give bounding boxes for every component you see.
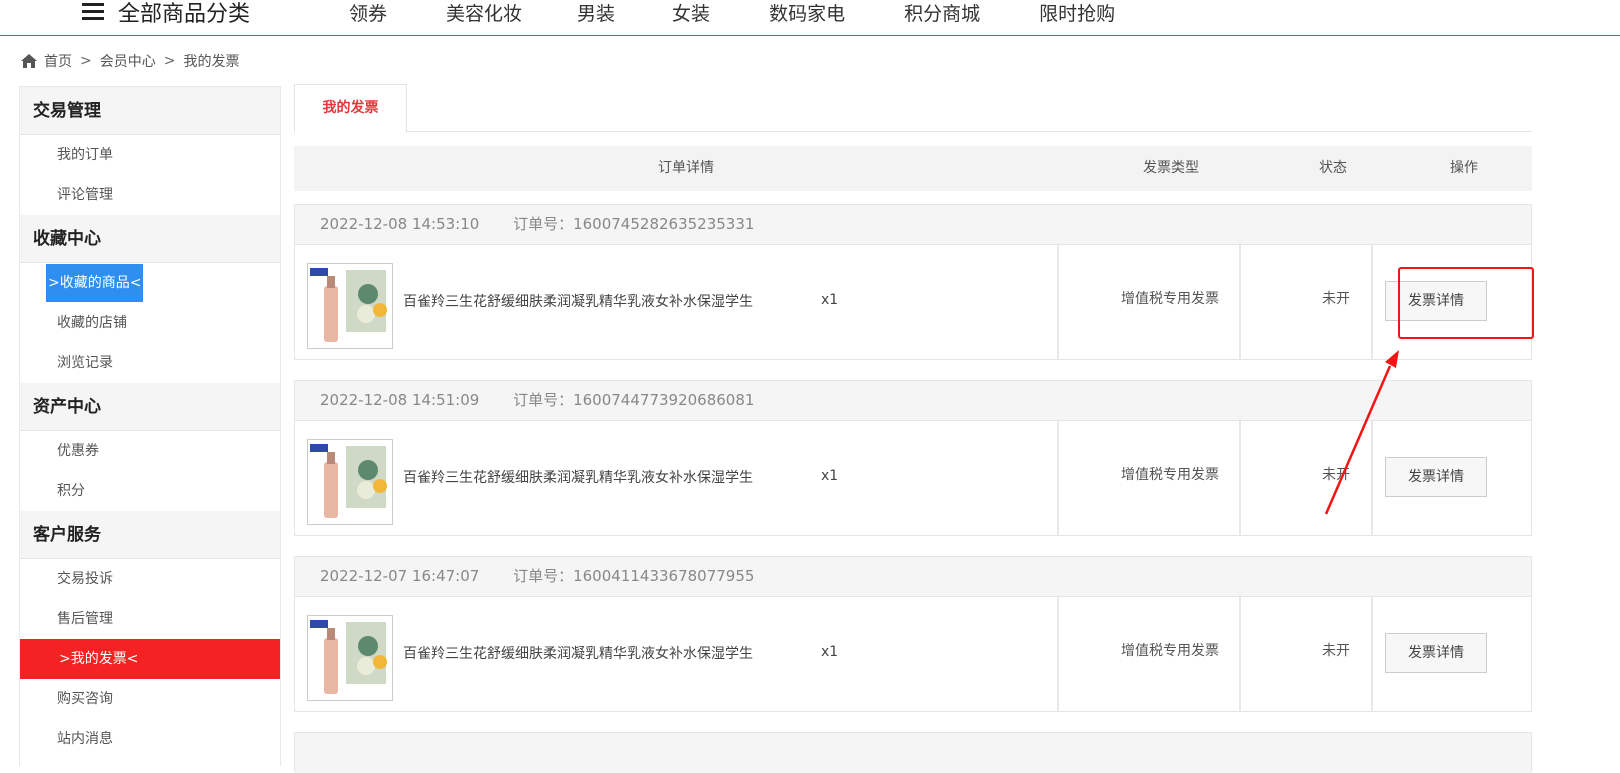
product-name[interactable]: 百雀羚三生花舒缓细肤柔润凝乳精华乳液女补水保湿学生 [403,643,753,663]
sidebar-item-coupons[interactable]: 优惠券 [20,431,280,471]
order-number: 订单号：1600411433678077955 [513,567,755,585]
category-menu[interactable]: 全部商品分类 [82,0,250,30]
invoice-type: 增值税专用发票 [1121,291,1219,307]
product-name[interactable]: 百雀羚三生花舒缓细肤柔润凝乳精华乳液女补水保湿学生 [403,467,753,487]
order-datetime: 2022-12-08 14:51:09 [320,391,480,409]
product-thumbnail[interactable] [307,439,393,525]
order-header: 2022-12-07 16:47:07 订单号：1600411433678077… [295,557,1531,597]
product-thumbnail[interactable] [307,263,393,349]
breadcrumb-home[interactable]: 首页 [44,51,72,71]
column-divider [1239,421,1241,536]
order-header: 2022-12-08 14:51:09 订单号：1600744773920686… [295,381,1531,421]
nav-link-digital[interactable]: 数码家电 [769,0,845,26]
breadcrumb-separator: > [163,53,176,69]
main-content: 我的发票 订单详情 发票类型 状态 操作 2022-12-08 14:53:10… [294,84,1532,773]
header-order-detail: 订单详情 [658,160,714,176]
annotation-highlight-box [1398,267,1534,339]
sidebar: 交易管理 我的订单 评论管理 收藏中心 >收藏的商品< 收藏的店铺 浏览记录 资… [19,86,281,766]
nav-links: 领券 美容化妆 男装 女装 数码家电 积分商城 限时抢购 [349,0,1115,30]
order-number: 订单号：1600744773920686081 [513,391,755,409]
top-navigation: 全部商品分类 领券 美容化妆 男装 女装 数码家电 积分商城 限时抢购 [0,0,1620,36]
tab-bar: 我的发票 [294,84,1532,133]
order-body: 百雀羚三生花舒缓细肤柔润凝乳精华乳液女补水保湿学生 x1 增值税专用发票 未开 … [295,421,1531,536]
sidebar-item-favorite-goods-label[interactable]: >收藏的商品< [46,264,144,302]
sidebar-group-trade: 交易管理 [20,87,280,135]
breadcrumb-current: 我的发票 [183,54,240,70]
column-divider [1239,597,1241,712]
invoice-status: 未开 [1322,643,1350,659]
order-body: 百雀羚三生花舒缓细肤柔润凝乳精华乳液女补水保湿学生 x1 增值税专用发票 未开 … [295,597,1531,712]
order-row: 2022-12-07 16:47:07 订单号：1600411433678077… [294,556,1532,712]
nav-link-flash-sale[interactable]: 限时抢购 [1039,0,1115,26]
column-divider [1371,597,1373,712]
product-quantity: x1 [821,468,839,484]
column-divider [1057,421,1059,536]
breadcrumb-separator: > [80,53,92,69]
header-status: 状态 [1319,160,1347,176]
column-divider [1057,245,1059,360]
order-datetime: 2022-12-08 14:53:10 [320,215,480,233]
column-divider [1239,245,1241,360]
breadcrumb-member-center[interactable]: 会员中心 [100,51,156,71]
column-divider [1371,245,1373,360]
order-row-partial [294,732,1532,773]
sidebar-item-after-sales[interactable]: 售后管理 [20,599,280,639]
order-header [295,733,1531,773]
breadcrumb: 首页 > 会员中心 > 我的发票 [20,50,239,72]
nav-link-points-mall[interactable]: 积分商城 [904,0,980,26]
nav-link-coupons[interactable]: 领券 [349,0,387,26]
sidebar-item-my-orders[interactable]: 我的订单 [20,135,280,175]
sidebar-item-messages[interactable]: 站内消息 [20,719,280,759]
header-action: 操作 [1450,160,1478,176]
invoice-status: 未开 [1322,291,1350,307]
product-name[interactable]: 百雀羚三生花舒缓细肤柔润凝乳精华乳液女补水保湿学生 [403,291,753,311]
sidebar-item-consulting[interactable]: 购买咨询 [20,679,280,719]
sidebar-item-history[interactable]: 浏览记录 [20,343,280,383]
order-row: 2022-12-08 14:51:09 订单号：1600744773920686… [294,380,1532,536]
invoice-type: 增值税专用发票 [1121,643,1219,659]
order-header: 2022-12-08 14:53:10 订单号：1600745282635235… [295,205,1531,245]
hamburger-icon[interactable] [82,3,104,21]
sidebar-group-assets: 资产中心 [20,383,280,431]
order-row: 2022-12-08 14:53:10 订单号：1600745282635235… [294,204,1532,360]
order-body: 百雀羚三生花舒缓细肤柔润凝乳精华乳液女补水保湿学生 x1 增值税专用发票 未开 … [295,245,1531,360]
product-quantity: x1 [821,644,839,660]
nav-link-menswear[interactable]: 男装 [577,0,615,26]
tab-my-invoices[interactable]: 我的发票 [294,84,407,133]
column-divider [1057,597,1059,712]
invoice-status: 未开 [1322,467,1350,483]
sidebar-group-service: 客户服务 [20,511,280,559]
invoice-detail-button[interactable]: 发票详情 [1385,457,1487,497]
invoice-detail-button[interactable]: 发票详情 [1385,633,1487,673]
order-number: 订单号：1600745282635235331 [513,215,755,233]
product-thumbnail[interactable] [307,615,393,701]
table-header: 订单详情 发票类型 状态 操作 [294,146,1532,191]
sidebar-item-complaints[interactable]: 交易投诉 [20,559,280,599]
order-datetime: 2022-12-07 16:47:07 [320,567,480,585]
nav-link-womenswear[interactable]: 女装 [672,0,710,26]
sidebar-item-favorite-goods[interactable]: >收藏的商品< [20,263,280,303]
column-divider [1371,421,1373,536]
nav-link-beauty[interactable]: 美容化妆 [446,0,522,26]
home-icon[interactable] [20,53,38,69]
invoice-type: 增值税专用发票 [1121,467,1219,483]
sidebar-item-points[interactable]: 积分 [20,471,280,511]
sidebar-item-reviews[interactable]: 评论管理 [20,175,280,215]
product-quantity: x1 [821,292,839,308]
sidebar-item-my-invoices[interactable]: >我的发票< [20,639,280,679]
header-invoice-type: 发票类型 [1143,160,1199,176]
category-label[interactable]: 全部商品分类 [118,0,250,28]
sidebar-item-favorite-shops[interactable]: 收藏的店铺 [20,303,280,343]
sidebar-group-favorites: 收藏中心 [20,215,280,263]
